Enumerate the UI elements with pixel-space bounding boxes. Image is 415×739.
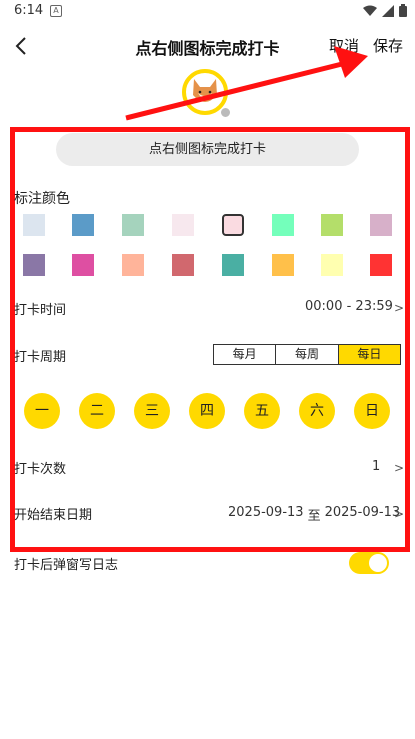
cancel-button[interactable]: 取消 [329,35,359,56]
habit-name-field[interactable]: 点右侧图标完成打卡 [56,133,359,166]
signal-icon [382,4,394,17]
color-swatch[interactable] [222,254,244,276]
end-date: 2025-09-13 [324,505,401,520]
chevron-right-icon[interactable]: > [394,301,404,315]
cycle-segmented-control: 每月 每周 每日 [213,344,401,365]
cycle-option-monthly[interactable]: 每月 [214,345,275,364]
color-swatch[interactable] [122,254,144,276]
toggle-knob [369,554,387,572]
cycle-option-weekly[interactable]: 每周 [275,345,337,364]
color-swatch[interactable] [172,254,194,276]
chevron-right-icon[interactable]: > [394,461,404,475]
color-swatch[interactable] [172,214,194,236]
notification-badge-icon: A [50,5,62,17]
popup-log-toggle[interactable] [349,552,389,574]
weekday-button-sun[interactable]: 日 [354,393,390,429]
shiba-dog-icon [193,79,217,102]
chevron-right-icon[interactable]: > [394,507,404,521]
color-section-label: 标注颜色 [14,191,70,207]
color-swatch[interactable] [122,214,144,236]
color-swatch[interactable] [72,254,94,276]
color-swatch[interactable] [370,254,392,276]
annotation-highlight-box [10,127,410,552]
date-range-value[interactable]: 2025-09-13 至 2025-09-13 [228,505,400,524]
color-swatch[interactable] [72,214,94,236]
date-range-label: 开始结束日期 [14,508,93,523]
color-swatch[interactable] [23,214,45,236]
color-swatch[interactable] [272,254,294,276]
checkin-count-label: 打卡次数 [14,462,67,477]
weekday-button-sat[interactable]: 六 [299,393,335,429]
checkin-time-value[interactable]: 00:00 - 23:59 [305,299,393,314]
status-time: 6:14 [14,3,44,18]
checkin-count-value[interactable]: 1 [372,459,380,474]
start-date: 2025-09-13 [228,505,304,520]
color-swatch[interactable] [370,214,392,236]
color-swatch[interactable] [222,214,244,236]
wifi-icon [363,5,377,16]
color-swatch[interactable] [321,214,343,236]
battery-icon [399,4,407,17]
status-icons [363,4,407,17]
checkin-cycle-label: 打卡周期 [14,350,67,365]
weekday-button-mon[interactable]: 一 [24,393,60,429]
cycle-option-daily[interactable]: 每日 [337,345,400,364]
color-swatch[interactable] [23,254,45,276]
date-separator: 至 [307,509,321,524]
color-swatch[interactable] [272,214,294,236]
edit-badge-icon[interactable] [220,107,231,118]
save-button[interactable]: 保存 [373,35,403,56]
weekday-button-tue[interactable]: 二 [79,393,115,429]
popup-log-label: 打卡后弹窗写日志 [14,558,119,573]
weekday-button-fri[interactable]: 五 [244,393,280,429]
checkin-time-label: 打卡时间 [14,303,67,318]
color-swatch[interactable] [321,254,343,276]
weekday-button-thu[interactable]: 四 [189,393,225,429]
weekday-button-wed[interactable]: 三 [134,393,170,429]
